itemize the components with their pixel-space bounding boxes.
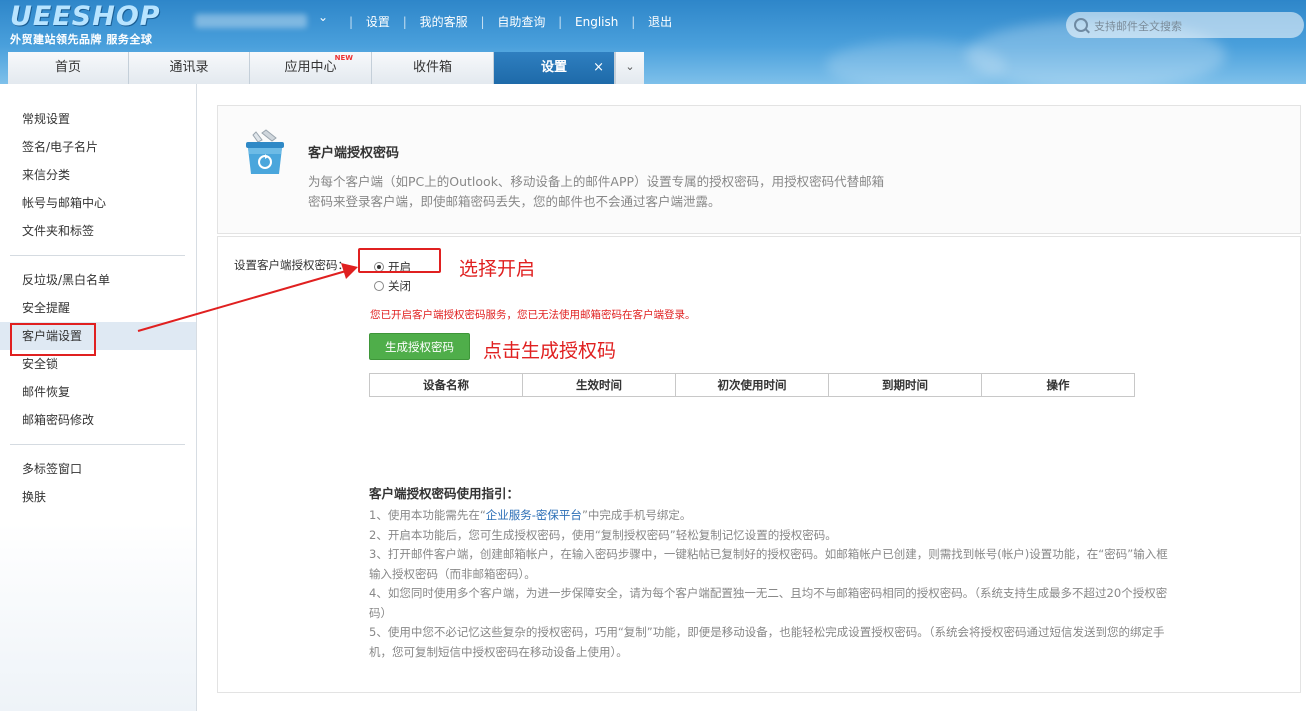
tab-inbox[interactable]: 收件箱 <box>372 52 494 84</box>
annotation-select-on: 选择开启 <box>459 258 536 280</box>
logo-text: UEESHOP <box>10 1 161 32</box>
sidebar-item-security-alerts[interactable]: 安全提醒 <box>0 294 196 322</box>
sidebar-item-antispam[interactable]: 反垃圾/黑白名单 <box>0 266 196 294</box>
main-tabs: 首页 通讯录 应用中心 NEW 收件箱 设置 × ⌄ <box>8 52 644 84</box>
nav-support-link[interactable]: 我的客服 <box>420 15 468 29</box>
sidebar-divider <box>10 255 185 256</box>
brand-logo[interactable]: UEESHOP 外贸建站领先品牌 服务全球 <box>10 2 161 47</box>
sidebar-item-signature[interactable]: 签名/电子名片 <box>0 133 196 161</box>
tab-label: 应用中心 <box>284 60 337 75</box>
guide-item: 1、使用本功能需先在“企业服务-密保平台”中完成手机号绑定。 <box>369 506 1179 526</box>
generate-password-button[interactable]: 生成授权密码 <box>369 333 470 360</box>
sidebar-group-security: 反垃圾/黑白名单 安全提醒 客户端设置 安全锁 邮件恢复 邮箱密码修改 <box>0 266 196 434</box>
nav-english-link[interactable]: English <box>575 15 618 29</box>
mail-search-box[interactable] <box>1066 12 1304 38</box>
nav-separator: | <box>631 15 636 29</box>
table-header-effective-time: 生效时间 <box>522 373 676 397</box>
tab-label: 通讯录 <box>169 60 209 75</box>
sidebar-group-general: 常规设置 签名/电子名片 来信分类 帐号与邮箱中心 文件夹和标签 <box>0 105 196 245</box>
chevron-down-icon: ⌄ <box>625 60 635 73</box>
page-title: 客户端授权密码 <box>308 146 400 161</box>
sidebar-item-general[interactable]: 常规设置 <box>0 105 196 133</box>
recycle-bin-icon <box>246 129 284 174</box>
table-header-actions: 操作 <box>981 373 1135 397</box>
chevron-down-icon[interactable]: ⌄ <box>318 10 328 24</box>
tab-contacts[interactable]: 通讯录 <box>129 52 250 84</box>
guide-item: 3、打开邮件客户端，创建邮箱帐户，在输入密码步骤中，一键粘帖已复制好的授权密码。… <box>369 547 1168 581</box>
device-table: 设备名称 生效时间 初次使用时间 到期时间 操作 <box>369 373 1135 397</box>
guide-item: 4、如您同时使用多个客户端，为进一步保障安全，请为每个客户端配置独一无二、且均不… <box>369 586 1168 620</box>
client-password-label: 设置客户端授权密码： <box>234 258 349 272</box>
annotation-click-generate: 点击生成授权码 <box>483 340 617 362</box>
settings-sidebar: 常规设置 签名/电子名片 来信分类 帐号与邮箱中心 文件夹和标签 反垃圾/黑白名… <box>0 84 197 711</box>
header-cloud-decoration <box>826 40 1006 84</box>
security-platform-link[interactable]: 企业服务-密保平台 <box>486 508 582 522</box>
radio-off[interactable] <box>374 281 384 291</box>
tab-home[interactable]: 首页 <box>8 52 129 84</box>
nav-separator: | <box>558 15 563 29</box>
usage-guide: 客户端授权密码使用指引： 1、使用本功能需先在“企业服务-密保平台”中完成手机号… <box>369 483 1179 662</box>
close-icon[interactable]: × <box>593 52 604 84</box>
table-header-device: 设备名称 <box>369 373 523 397</box>
sidebar-divider <box>10 444 185 445</box>
search-icon[interactable] <box>1074 18 1088 32</box>
sidebar-item-folders[interactable]: 文件夹和标签 <box>0 217 196 245</box>
sidebar-item-accounts[interactable]: 帐号与邮箱中心 <box>0 189 196 217</box>
sidebar-item-filters[interactable]: 来信分类 <box>0 161 196 189</box>
client-password-intro-card: 客户端授权密码 为每个客户端（如PC上的Outlook、移动设备上的邮件APP）… <box>217 105 1301 234</box>
table-header-expiry: 到期时间 <box>828 373 982 397</box>
new-badge: NEW <box>334 54 353 62</box>
tab-app-center[interactable]: 应用中心 NEW <box>250 52 372 84</box>
nav-self-service-link[interactable]: 自助查询 <box>497 15 545 29</box>
sidebar-group-misc: 多标签窗口 换肤 <box>0 455 196 511</box>
account-name-redacted[interactable] <box>195 14 307 28</box>
guide-item-text: 1、使用本功能需先在“ <box>369 508 486 522</box>
sidebar-item-mail-recovery[interactable]: 邮件恢复 <box>0 378 196 406</box>
warning-message: 您已开启客户端授权密码服务，您已无法使用邮箱密码在客户端登录。 <box>370 309 696 321</box>
sidebar-item-password-change[interactable]: 邮箱密码修改 <box>0 406 196 434</box>
sidebar-item-multi-tab[interactable]: 多标签窗口 <box>0 455 196 483</box>
radio-off-label: 关闭 <box>388 279 411 293</box>
table-header-first-use: 初次使用时间 <box>675 373 829 397</box>
tab-more-dropdown[interactable]: ⌄ <box>615 52 644 84</box>
nav-separator: | <box>402 15 407 29</box>
sidebar-item-client-settings[interactable]: 客户端设置 <box>0 322 196 350</box>
top-nav: | 设置 | 我的客服 | 自助查询 | English | 退出 <box>340 13 672 30</box>
nav-settings-link[interactable]: 设置 <box>366 15 390 29</box>
guide-item-text: ”中完成手机号绑定。 <box>581 508 692 522</box>
sidebar-item-security-lock[interactable]: 安全锁 <box>0 350 196 378</box>
sidebar-item-skin[interactable]: 换肤 <box>0 483 196 511</box>
tab-label: 收件箱 <box>412 60 452 75</box>
tab-label: 首页 <box>54 60 81 75</box>
logo-slogan: 外贸建站领先品牌 服务全球 <box>10 33 153 46</box>
nav-logout-link[interactable]: 退出 <box>648 15 672 29</box>
guide-item: 5、使用中您不必记忆这些复杂的授权密码，巧用“复制”功能，即便是移动设备，也能轻… <box>369 625 1165 659</box>
guide-title: 客户端授权密码使用指引： <box>369 486 520 501</box>
table-header-row: 设备名称 生效时间 初次使用时间 到期时间 操作 <box>369 373 1135 397</box>
page-description: 为每个客户端（如PC上的Outlook、移动设备上的邮件APP）设置专属的授权密… <box>308 174 885 209</box>
nav-separator: | <box>349 15 354 29</box>
radio-option-off[interactable]: 关闭 <box>374 278 411 294</box>
annotation-highlight-box <box>358 248 441 273</box>
tab-label: 设置 <box>540 60 567 75</box>
top-header: UEESHOP 外贸建站领先品牌 服务全球 ⌄ | 设置 | 我的客服 | 自助… <box>0 0 1306 84</box>
nav-separator: | <box>480 15 485 29</box>
search-input[interactable] <box>1092 15 1296 37</box>
tab-settings[interactable]: 设置 × <box>494 52 615 84</box>
client-password-settings-card: 设置客户端授权密码： 开启 关闭 选择开启 您已开启客户端授权密码服务，您已无法… <box>217 236 1301 693</box>
guide-item: 2、开启本功能后，您可生成授权密码，使用“复制授权密码”轻松复制记忆设置的授权密… <box>369 527 837 542</box>
